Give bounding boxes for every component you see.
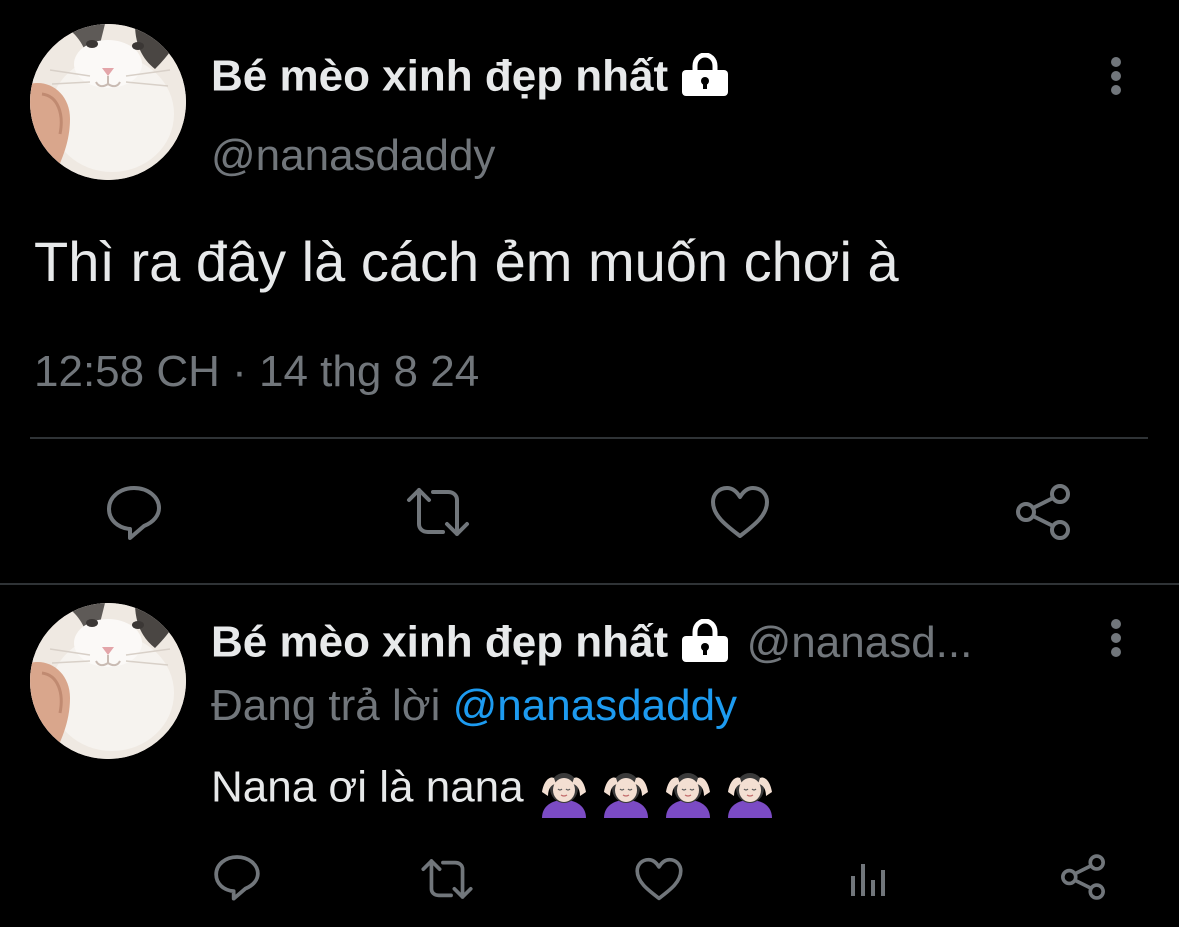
main-like-button[interactable]: [709, 484, 771, 540]
lock-icon: [680, 52, 730, 105]
reply-views-button[interactable]: [848, 860, 890, 898]
like-icon: [635, 857, 683, 901]
reply-tweet-text: Nana ơi là nana: [211, 762, 524, 812]
main-tweet-handle[interactable]: @nanasdaddy: [211, 134, 495, 178]
retweet-icon: [421, 859, 473, 899]
reply-share-button[interactable]: [1058, 852, 1108, 902]
retweet-icon: [407, 488, 469, 536]
views-icon: [851, 864, 885, 896]
replying-to-line: Đang trả lời @nanasdaddy: [211, 684, 737, 728]
main-tweet-display-name[interactable]: Bé mèo xinh đẹp nhất: [211, 51, 730, 105]
reply-like-button[interactable]: [634, 856, 684, 902]
main-reply-button[interactable]: [104, 482, 164, 542]
replying-to-mention-link[interactable]: @nanasdaddy: [453, 681, 737, 730]
display-name-text: Bé mèo xinh đẹp nhất: [211, 617, 669, 667]
main-tweet-avatar[interactable]: [30, 24, 186, 180]
person-getting-massage-emoji: [722, 762, 778, 818]
reply-tweet-avatar[interactable]: [30, 603, 186, 759]
person-getting-massage-emoji: [660, 762, 716, 818]
reply-retweet-button[interactable]: [420, 856, 474, 902]
reply-reply-button[interactable]: [212, 852, 262, 902]
main-retweet-button[interactable]: [405, 484, 471, 540]
reply-icon: [214, 855, 260, 901]
reply-tweet-display-name[interactable]: Bé mèo xinh đẹp nhất @nanasd...: [211, 617, 973, 671]
section-divider: [0, 583, 1179, 585]
emoji-group: [536, 762, 778, 818]
main-share-button[interactable]: [1012, 482, 1074, 542]
person-getting-massage-emoji: [536, 762, 592, 818]
reply-icon: [107, 486, 161, 540]
display-name-text: Bé mèo xinh đẹp nhất: [211, 51, 669, 101]
more-vertical-icon: [1111, 57, 1121, 95]
main-tweet-more-button[interactable]: [1096, 48, 1136, 108]
cat-avatar-image: [30, 24, 186, 180]
replying-to-label: Đang trả lời: [211, 681, 441, 730]
more-vertical-icon: [1111, 619, 1121, 657]
lock-icon: [680, 618, 730, 671]
main-tweet-divider: [30, 437, 1148, 439]
reply-tweet-text-line: Nana ơi là nana: [211, 762, 778, 818]
share-icon: [1061, 854, 1105, 900]
reply-tweet-more-button[interactable]: [1096, 610, 1136, 670]
like-icon: [711, 486, 769, 538]
person-getting-massage-emoji: [598, 762, 654, 818]
share-icon: [1016, 484, 1070, 540]
cat-avatar-image: [30, 603, 186, 759]
main-tweet-timestamp[interactable]: 12:58 CH · 14 thg 8 24: [34, 350, 479, 394]
reply-tweet-handle[interactable]: @nanasd...: [747, 618, 973, 667]
main-tweet-text: Thì ra đây là cách ẻm muốn chơi à: [34, 230, 899, 293]
